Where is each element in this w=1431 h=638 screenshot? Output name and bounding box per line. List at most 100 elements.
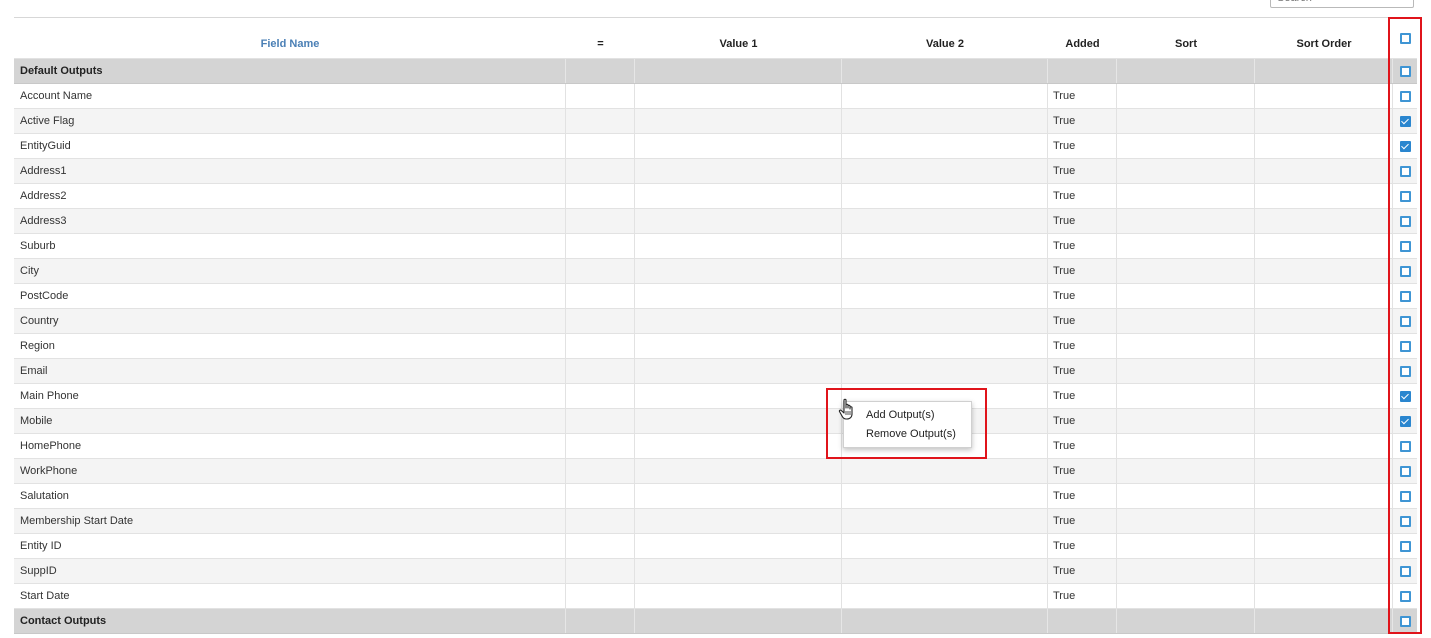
sort-cell[interactable] bbox=[1117, 509, 1255, 533]
sort-cell[interactable] bbox=[1117, 584, 1255, 608]
sort-cell[interactable] bbox=[1117, 384, 1255, 408]
value1-cell[interactable] bbox=[635, 334, 842, 358]
value2-cell[interactable] bbox=[842, 134, 1048, 158]
value1-cell[interactable] bbox=[635, 184, 842, 208]
table-row[interactable]: Account Name True bbox=[14, 84, 1417, 109]
sort-cell[interactable] bbox=[1117, 409, 1255, 433]
table-row[interactable]: Start Date True bbox=[14, 584, 1417, 609]
equals-cell[interactable] bbox=[566, 209, 635, 233]
table-row[interactable]: Salutation True bbox=[14, 484, 1417, 509]
row-checkbox[interactable] bbox=[1399, 315, 1411, 327]
column-header-equals[interactable]: = bbox=[566, 18, 635, 58]
equals-cell[interactable] bbox=[566, 334, 635, 358]
value2-cell[interactable] bbox=[842, 209, 1048, 233]
sort-order-cell[interactable] bbox=[1255, 84, 1393, 108]
equals-cell[interactable] bbox=[566, 534, 635, 558]
sort-cell[interactable] bbox=[1117, 459, 1255, 483]
sort-order-cell[interactable] bbox=[1255, 484, 1393, 508]
value2-cell[interactable] bbox=[842, 309, 1048, 333]
table-row[interactable]: Membership Start Date True bbox=[14, 509, 1417, 534]
value2-cell[interactable] bbox=[842, 484, 1048, 508]
row-checkbox[interactable] bbox=[1399, 90, 1411, 102]
value1-cell[interactable] bbox=[635, 359, 842, 383]
row-checkbox[interactable] bbox=[1399, 115, 1411, 127]
sort-order-cell[interactable] bbox=[1255, 459, 1393, 483]
sort-order-cell[interactable] bbox=[1255, 434, 1393, 458]
sort-order-cell[interactable] bbox=[1255, 209, 1393, 233]
column-header-added[interactable]: Added bbox=[1048, 18, 1117, 58]
row-checkbox[interactable] bbox=[1399, 340, 1411, 352]
row-checkbox[interactable] bbox=[1399, 465, 1411, 477]
value2-cell[interactable] bbox=[842, 84, 1048, 108]
sort-cell[interactable] bbox=[1117, 334, 1255, 358]
table-row[interactable]: Mobile True bbox=[14, 409, 1417, 434]
row-checkbox[interactable] bbox=[1399, 265, 1411, 277]
equals-cell[interactable] bbox=[566, 184, 635, 208]
group-checkbox[interactable] bbox=[1399, 65, 1411, 77]
equals-cell[interactable] bbox=[566, 259, 635, 283]
value2-cell[interactable] bbox=[842, 334, 1048, 358]
table-row[interactable]: WorkPhone True bbox=[14, 459, 1417, 484]
value1-cell[interactable] bbox=[635, 534, 842, 558]
remove-outputs-menu-item[interactable]: Remove Output(s) bbox=[866, 428, 956, 440]
sort-order-cell[interactable] bbox=[1255, 109, 1393, 133]
row-checkbox[interactable] bbox=[1399, 490, 1411, 502]
sort-order-cell[interactable] bbox=[1255, 359, 1393, 383]
table-row[interactable]: Address3 True bbox=[14, 209, 1417, 234]
column-header-field-name[interactable]: Field Name bbox=[14, 18, 566, 58]
table-row[interactable]: Email True bbox=[14, 359, 1417, 384]
value1-cell[interactable] bbox=[635, 134, 842, 158]
value2-cell[interactable] bbox=[842, 534, 1048, 558]
sort-order-cell[interactable] bbox=[1255, 259, 1393, 283]
value2-cell[interactable] bbox=[842, 559, 1048, 583]
sort-cell[interactable] bbox=[1117, 134, 1255, 158]
sort-order-cell[interactable] bbox=[1255, 159, 1393, 183]
sort-cell[interactable] bbox=[1117, 484, 1255, 508]
column-header-value1[interactable]: Value 1 bbox=[635, 18, 842, 58]
equals-cell[interactable] bbox=[566, 484, 635, 508]
equals-cell[interactable] bbox=[566, 359, 635, 383]
sort-cell[interactable] bbox=[1117, 109, 1255, 133]
row-checkbox[interactable] bbox=[1399, 140, 1411, 152]
table-row[interactable]: SuppID True bbox=[14, 559, 1417, 584]
value2-cell[interactable] bbox=[842, 509, 1048, 533]
sort-cell[interactable] bbox=[1117, 309, 1255, 333]
select-all-checkbox[interactable] bbox=[1399, 32, 1411, 44]
value2-cell[interactable] bbox=[842, 359, 1048, 383]
equals-cell[interactable] bbox=[566, 84, 635, 108]
column-header-value2[interactable]: Value 2 bbox=[842, 18, 1048, 58]
sort-order-cell[interactable] bbox=[1255, 134, 1393, 158]
equals-cell[interactable] bbox=[566, 109, 635, 133]
equals-cell[interactable] bbox=[566, 234, 635, 258]
table-row[interactable]: HomePhone True bbox=[14, 434, 1417, 459]
row-checkbox[interactable] bbox=[1399, 240, 1411, 252]
sort-cell[interactable] bbox=[1117, 559, 1255, 583]
value1-cell[interactable] bbox=[635, 309, 842, 333]
sort-order-cell[interactable] bbox=[1255, 284, 1393, 308]
equals-cell[interactable] bbox=[566, 284, 635, 308]
value1-cell[interactable] bbox=[635, 284, 842, 308]
equals-cell[interactable] bbox=[566, 509, 635, 533]
value2-cell[interactable] bbox=[842, 284, 1048, 308]
value1-cell[interactable] bbox=[635, 109, 842, 133]
value1-cell[interactable] bbox=[635, 384, 842, 408]
sort-order-cell[interactable] bbox=[1255, 409, 1393, 433]
row-checkbox[interactable] bbox=[1399, 565, 1411, 577]
row-checkbox[interactable] bbox=[1399, 365, 1411, 377]
table-row[interactable]: PostCode True bbox=[14, 284, 1417, 309]
sort-cell[interactable] bbox=[1117, 434, 1255, 458]
sort-cell[interactable] bbox=[1117, 209, 1255, 233]
value1-cell[interactable] bbox=[635, 209, 842, 233]
table-row[interactable]: Region True bbox=[14, 334, 1417, 359]
table-row[interactable]: Entity ID True bbox=[14, 534, 1417, 559]
row-checkbox[interactable] bbox=[1399, 215, 1411, 227]
group-checkbox[interactable] bbox=[1399, 615, 1411, 627]
search-input[interactable] bbox=[1270, 0, 1414, 8]
sort-cell[interactable] bbox=[1117, 359, 1255, 383]
value1-cell[interactable] bbox=[635, 409, 842, 433]
value2-cell[interactable] bbox=[842, 584, 1048, 608]
value1-cell[interactable] bbox=[635, 434, 842, 458]
row-checkbox[interactable] bbox=[1399, 590, 1411, 602]
sort-cell[interactable] bbox=[1117, 534, 1255, 558]
value1-cell[interactable] bbox=[635, 234, 842, 258]
